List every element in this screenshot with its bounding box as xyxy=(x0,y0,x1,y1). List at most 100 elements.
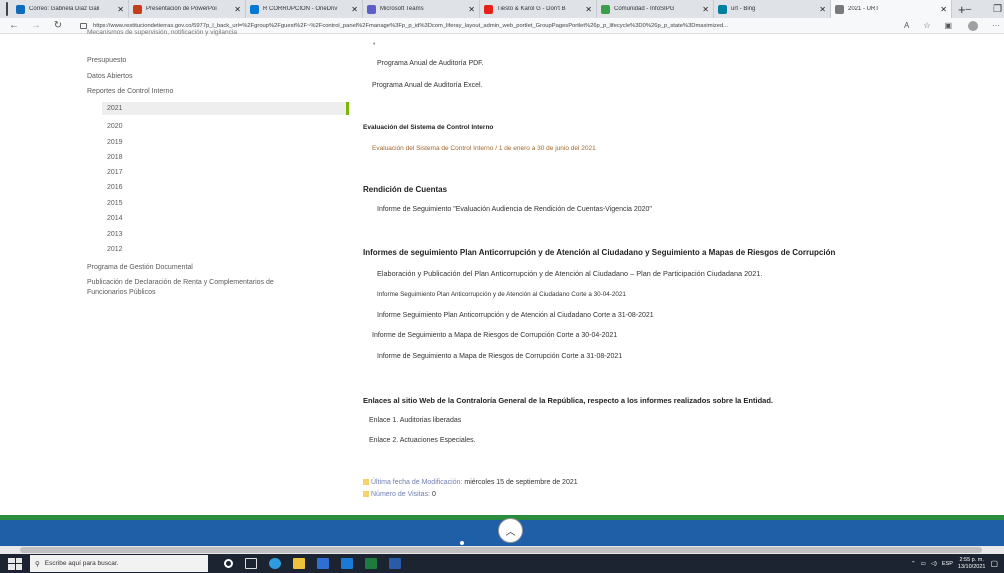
nav-year-2015[interactable]: 2015 xyxy=(107,200,123,207)
browser-tab[interactable]: Microsoft Teams ✕ xyxy=(363,0,480,18)
nav-item-funcionarios-publicos[interactable]: Funcionarios Públicos xyxy=(87,289,155,296)
language-indicator[interactable]: ESP xyxy=(942,561,953,567)
nav-item-declaracion-renta[interactable]: Publicación de Declaración de Renta y Co… xyxy=(87,279,274,286)
nav-item-mecanismos[interactable]: Mecanismos de supervisión, notificación … xyxy=(87,29,237,36)
nav-year-2018[interactable]: 2018 xyxy=(107,154,123,161)
visits-value: 0 xyxy=(431,491,436,498)
link-rendicion-cuentas[interactable]: Informe de Seguimiento "Evaluación Audie… xyxy=(377,206,652,213)
word-icon[interactable] xyxy=(389,558,401,569)
volume-icon[interactable]: ◁) xyxy=(931,561,937,567)
scrollbar-thumb[interactable] xyxy=(20,547,982,553)
url-field[interactable]: https://www.restituciondetierras.gov.co/… xyxy=(80,22,890,29)
edge-icon[interactable] xyxy=(269,558,281,569)
link-mapa-riesgos-30-04[interactable]: Informe de Seguimiento a Mapa de Riesgos… xyxy=(372,332,617,339)
tab-favicon-icon xyxy=(133,4,142,14)
last-modified-value: miércoles 15 de septiembre de 2021 xyxy=(464,479,578,486)
refresh-icon[interactable]: ↻ xyxy=(50,20,66,31)
taskbar-search-box[interactable]: ⚲ Escribe aquí para buscar. xyxy=(30,555,208,572)
tab-close-icon[interactable]: ✕ xyxy=(468,5,475,14)
windows-start-icon[interactable] xyxy=(8,557,22,570)
profile-avatar[interactable] xyxy=(968,20,979,31)
link-enlace-2[interactable]: Enlace 2. Actuaciones Especiales. xyxy=(369,437,476,444)
nav-year-2020[interactable]: 2020 xyxy=(107,123,123,130)
excel-icon[interactable] xyxy=(365,558,377,569)
browser-tab[interactable]: urt - Bing ✕ xyxy=(714,0,831,18)
browser-tab[interactable]: Comunidad - InfoSIPG ✕ xyxy=(597,0,714,18)
mail-icon[interactable] xyxy=(341,558,353,569)
tab-title: Correo: Gabriela Diaz Gali xyxy=(29,6,100,12)
tab-close-icon[interactable]: ✕ xyxy=(702,5,709,14)
task-view-icon[interactable] xyxy=(245,558,257,569)
clock-time: 2:55 p. m. xyxy=(959,556,984,563)
cortana-icon[interactable] xyxy=(224,559,233,568)
browser-tab[interactable]: Presentación de PowerPoi ✕ xyxy=(129,0,246,18)
store-icon[interactable] xyxy=(317,558,329,569)
favorites-star-icon[interactable]: ☆ xyxy=(923,21,930,30)
tab-title: R CORRUPCION - OneDriv xyxy=(263,6,338,12)
browser-tab[interactable]: 2021 - URT ✕ xyxy=(831,0,952,18)
selected-indicator xyxy=(346,102,349,115)
chevron-up-icon: ︿ xyxy=(505,527,516,538)
tab-close-icon[interactable]: ✕ xyxy=(819,5,826,14)
maximize-icon[interactable]: ❐ xyxy=(993,4,1002,15)
network-icon[interactable]: ▭ xyxy=(921,561,926,567)
tab-actions-icon[interactable] xyxy=(6,2,8,16)
link-seguimiento-plan-31-08[interactable]: Informe Seguimiento Plan Anticorrupción … xyxy=(377,312,654,319)
tab-favicon-icon xyxy=(718,4,727,14)
section-title-rendicion: Rendición de Cuentas xyxy=(363,185,448,194)
calendar-icon xyxy=(363,479,369,485)
browser-tab[interactable]: Correo: Gabriela Diaz Gali ✕ xyxy=(12,0,129,18)
scroll-to-top-button[interactable]: ︿ xyxy=(498,518,523,543)
tab-close-icon[interactable]: ✕ xyxy=(117,5,124,14)
tab-favicon-icon xyxy=(250,4,259,14)
nav-year-2021[interactable]: 2021 xyxy=(102,102,349,115)
section-title-evaluacion: Evaluación del Sistema de Control Intern… xyxy=(363,124,494,131)
link-seguimiento-plan-30-04[interactable]: Informe Seguimiento Plan Anticorrupción … xyxy=(377,291,626,298)
nav-item-gestion-documental[interactable]: Programa de Gestión Documental xyxy=(87,264,193,271)
nav-item-datos-abiertos[interactable]: Datos Abiertos xyxy=(87,73,133,80)
browser-tab[interactable]: Tiësto & Karol G - Don't B ✕ xyxy=(480,0,597,18)
nav-year-2016[interactable]: 2016 xyxy=(107,184,123,191)
clock[interactable]: 2:55 p. m. 13/10/2021 xyxy=(958,557,986,571)
link-plan-anticorrupcion-2021[interactable]: Elaboración y Publicación del Plan Antic… xyxy=(377,269,762,278)
horizontal-scrollbar[interactable] xyxy=(0,546,1004,554)
more-menu-icon[interactable]: ··· xyxy=(992,21,1000,30)
link-enlace-1[interactable]: Enlace 1. Auditorias liberadas xyxy=(369,417,461,424)
link-evaluacion-control-interno[interactable]: Evaluación del Sistema de Control Intern… xyxy=(372,145,596,152)
windows-taskbar: ⚲ Escribe aquí para buscar. ⌃ ▭ ◁) ESP 2… xyxy=(0,554,1004,573)
link-programa-auditoria-pdf[interactable]: Programa Anual de Auditoría PDF. xyxy=(377,60,484,67)
file-explorer-icon[interactable] xyxy=(293,558,305,569)
nav-item-reportes-control-interno[interactable]: Reportes de Control Interno xyxy=(87,88,173,95)
collections-icon[interactable]: ▣ xyxy=(945,21,953,30)
nav-year-2017[interactable]: 2017 xyxy=(107,169,123,176)
nav-year-2019[interactable]: 2019 xyxy=(107,139,123,146)
new-tab-button[interactable]: + xyxy=(958,2,966,17)
browser-tab[interactable]: R CORRUPCION - OneDriv ✕ xyxy=(246,0,363,18)
minimize-icon[interactable]: – xyxy=(966,4,972,15)
bullet: • xyxy=(373,41,376,48)
last-modified-label: Última fecha de Modificación: xyxy=(371,479,463,486)
nav-year-2012[interactable]: 2012 xyxy=(107,246,123,253)
forward-icon[interactable]: → xyxy=(28,20,44,31)
tab-close-icon[interactable]: ✕ xyxy=(234,5,241,14)
nav-item-presupuesto[interactable]: Presupuesto xyxy=(87,57,126,64)
tab-favicon-icon xyxy=(16,4,25,14)
notifications-icon[interactable]: ▢ xyxy=(990,559,998,568)
back-icon[interactable]: ← xyxy=(6,20,22,31)
url-text: https://www.restituciondetierras.gov.co/… xyxy=(93,22,729,29)
tab-close-icon[interactable]: ✕ xyxy=(585,5,592,14)
search-icon: ⚲ xyxy=(35,560,40,568)
tab-favicon-icon xyxy=(367,4,376,14)
link-mapa-riesgos-31-08[interactable]: Informe de Seguimiento a Mapa de Riesgos… xyxy=(377,353,622,360)
tab-title: 2021 - URT xyxy=(848,6,879,12)
show-hidden-icons-icon[interactable]: ⌃ xyxy=(911,561,916,567)
tab-close-icon[interactable]: ✕ xyxy=(351,5,358,14)
read-aloud-icon[interactable]: A xyxy=(904,21,909,30)
link-programa-auditoria-excel[interactable]: Programa Anual de Auditoría Excel. xyxy=(372,82,483,89)
nav-year-2013[interactable]: 2013 xyxy=(107,231,123,238)
section-title-enlaces: Enlaces al sitio Web de la Contraloría G… xyxy=(363,396,773,405)
tab-close-icon[interactable]: ✕ xyxy=(940,5,947,14)
visit-count: Número de Visitas: 0 xyxy=(363,491,436,498)
footer-dot xyxy=(460,541,464,545)
nav-year-2014[interactable]: 2014 xyxy=(107,215,123,222)
